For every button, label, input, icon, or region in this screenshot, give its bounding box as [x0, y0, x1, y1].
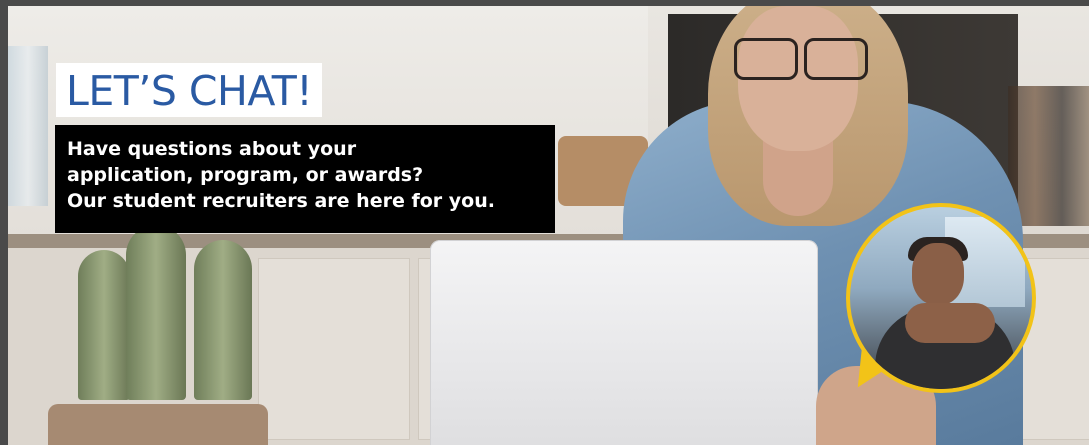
message-box: Have questions about your application, p… [55, 125, 555, 233]
headline-box: LET’S CHAT! [56, 63, 323, 117]
laptop [430, 240, 818, 445]
plant-pot [48, 404, 268, 445]
cactus [126, 225, 186, 400]
headline: LET’S CHAT! [66, 67, 313, 115]
chat-banner[interactable]: LET’S CHAT! Have questions about your ap… [8, 6, 1089, 445]
recruiter-speech-bubble[interactable] [846, 203, 1036, 393]
message-line: Have questions about your [67, 138, 357, 160]
cactus [194, 240, 252, 400]
message-line: Our student recruiters are here for you. [67, 190, 495, 212]
shelf [8, 46, 48, 206]
recruiter-head [912, 243, 964, 305]
recruiter-photo [846, 203, 1036, 393]
cactus [78, 250, 130, 400]
glasses [720, 38, 870, 80]
cabinet-door [258, 258, 410, 440]
message-line: application, program, or awards? [67, 164, 424, 186]
recruiter-hands [905, 303, 995, 343]
